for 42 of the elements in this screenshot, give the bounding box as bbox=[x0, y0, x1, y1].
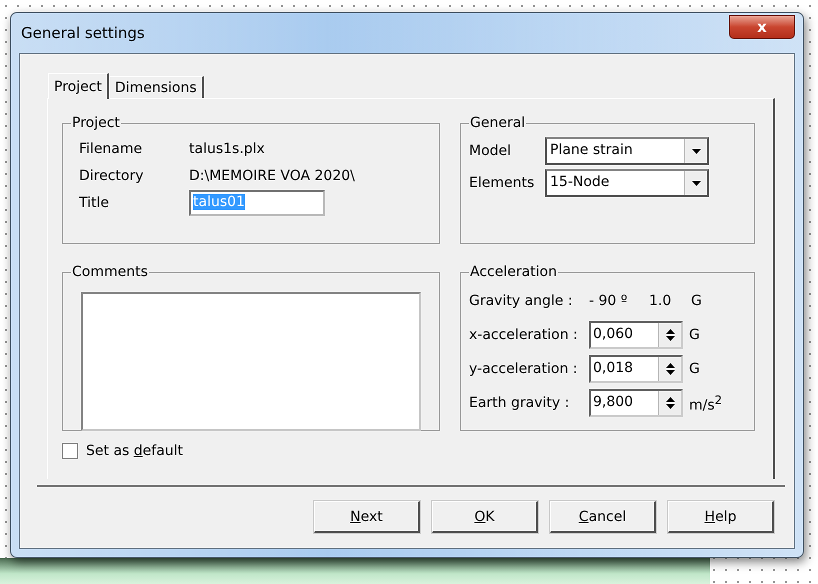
unit-label: G bbox=[691, 293, 702, 309]
checkbox-label: Set as default bbox=[86, 443, 184, 459]
dropdown-arrow-icon bbox=[692, 180, 700, 186]
dropdown[interactable]: Plane strain bbox=[545, 137, 709, 165]
close-button[interactable]: x bbox=[729, 15, 795, 39]
field-label: x-acceleration : bbox=[469, 327, 579, 343]
spin-field[interactable]: 0,018 bbox=[589, 355, 683, 383]
field-label: Earth gravity : bbox=[469, 395, 570, 411]
gravity-value: 1.0 bbox=[649, 293, 672, 309]
field-label: Directory bbox=[79, 168, 145, 184]
spin-field[interactable]: 9,800 bbox=[589, 389, 683, 417]
window-title: General settings bbox=[20, 24, 145, 42]
dropdown[interactable]: 15-Node bbox=[545, 169, 709, 197]
field-value: D:\MEMOIRE VOA 2020\ bbox=[189, 168, 355, 184]
comments-field[interactable] bbox=[81, 292, 421, 431]
spin-arrows-icon bbox=[666, 362, 674, 376]
group-title: General bbox=[469, 115, 526, 131]
unit-label: G bbox=[689, 327, 700, 343]
group-title: Comments bbox=[71, 264, 149, 280]
dialog-button[interactable]: Next bbox=[314, 501, 420, 533]
tab[interactable]: Dimensions bbox=[108, 76, 204, 98]
unit-label: G bbox=[689, 361, 700, 377]
dropdown-arrow-icon bbox=[692, 148, 700, 154]
dialog-button[interactable]: Cancel bbox=[550, 501, 656, 533]
dialog-button[interactable]: Help bbox=[668, 501, 774, 533]
dialog-button[interactable]: OK bbox=[432, 501, 538, 533]
unit-label: m/s$^{2}$ bbox=[689, 392, 722, 414]
field-label: Elements bbox=[469, 175, 536, 191]
spin-arrows-icon bbox=[666, 396, 674, 410]
group-title: Project bbox=[71, 115, 121, 131]
group-title: Acceleration bbox=[469, 264, 558, 280]
angle-value: - 90 º bbox=[589, 293, 628, 309]
field-label: Title bbox=[79, 194, 110, 210]
checkbox[interactable] bbox=[62, 443, 78, 459]
spin-field[interactable]: 0,060 bbox=[589, 321, 683, 349]
tab[interactable]: Project bbox=[48, 73, 109, 99]
field-value: talus1s.plx bbox=[189, 140, 265, 156]
field-label: y-acceleration : bbox=[469, 361, 578, 377]
field-label: Filename bbox=[79, 140, 144, 156]
field-label: Model bbox=[469, 143, 512, 159]
spin-arrows-icon bbox=[666, 328, 674, 342]
field-label: Gravity angle : bbox=[469, 293, 574, 309]
